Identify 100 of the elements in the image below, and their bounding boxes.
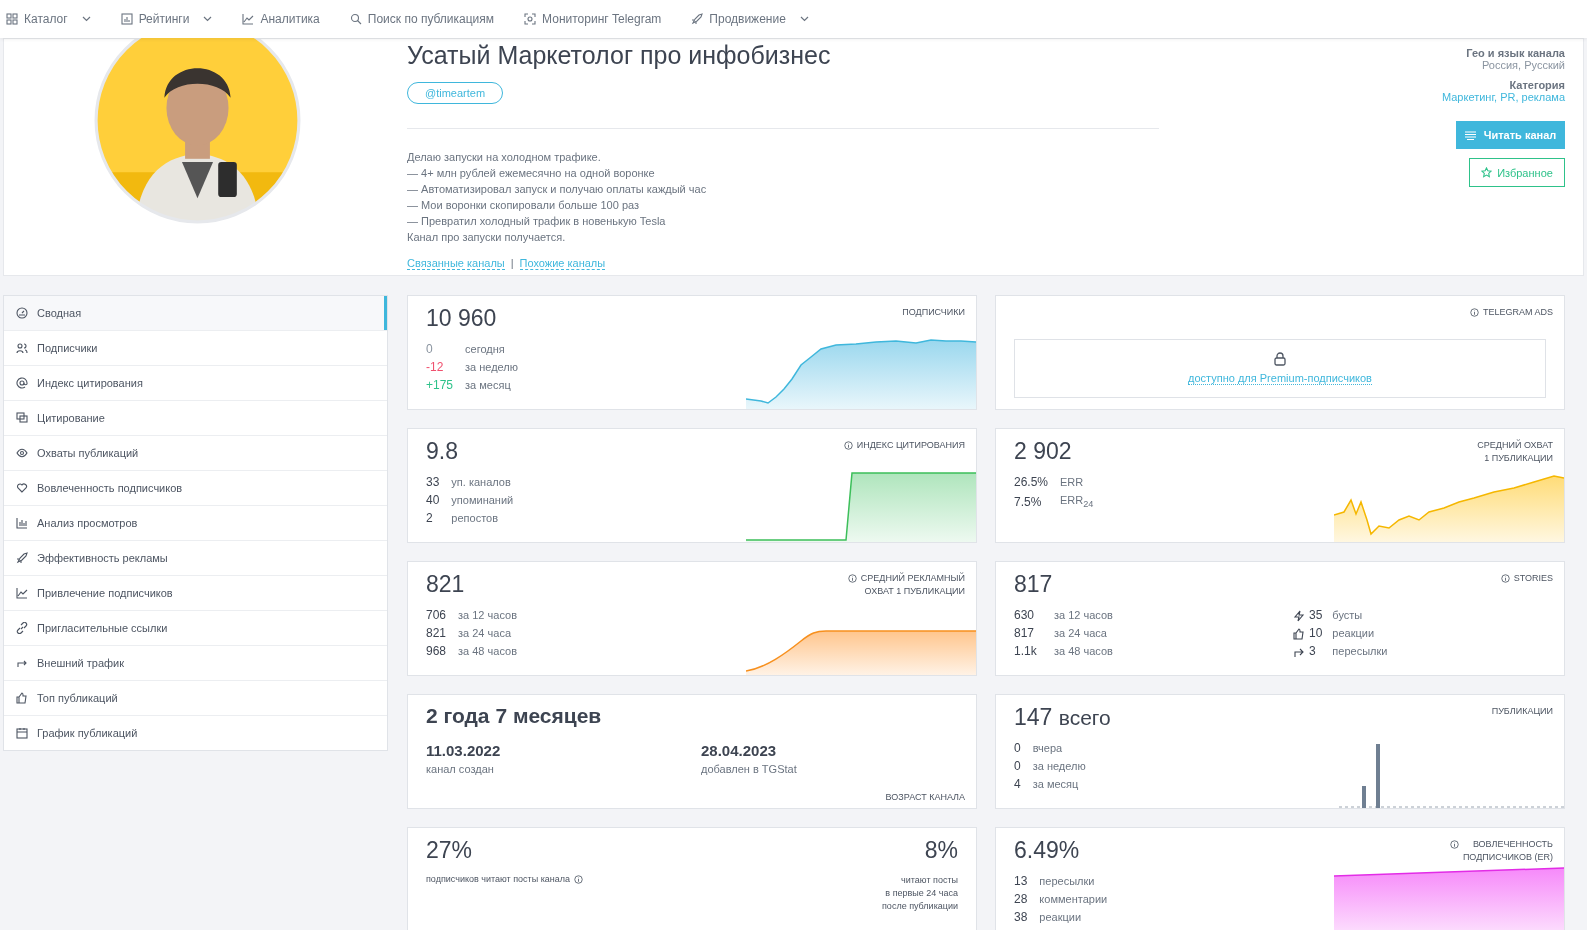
stat-value: 706 — [426, 608, 447, 623]
stat-value: 2 — [426, 511, 434, 526]
bar-chart-icon — [16, 517, 28, 529]
stat-value: 968 — [426, 644, 447, 659]
stat-label: за неделю — [1032, 759, 1086, 774]
card-title: ПОДПИСЧИКИ — [902, 306, 965, 319]
stat-label: пересылки — [1039, 874, 1096, 889]
thumbs-up-icon — [16, 692, 28, 704]
stat-label: за 48 часов — [458, 644, 517, 659]
date-value: 28.04.2023 — [701, 742, 778, 759]
sidebar-item[interactable]: Топ публикаций — [4, 681, 387, 716]
sidebar-item[interactable]: Пригласительные ссылки — [4, 611, 387, 646]
card-title: ИНДЕКС ЦИТИРОВАНИЯ — [856, 439, 965, 452]
info-icon — [574, 874, 584, 884]
card-title: СРЕДНИЙ ОХВАТ 1 ПУБЛИКАЦИИ — [1477, 439, 1553, 465]
stat-label: комментарии — [1039, 892, 1108, 907]
sidebar-item[interactable]: Индекс цитирования — [4, 366, 387, 401]
card-value: 2 года 7 месяцев — [426, 704, 603, 728]
dashboard-icon — [16, 307, 28, 319]
stat-value: 33 — [426, 475, 440, 490]
stat-label: сегодня — [465, 342, 506, 357]
stat-value: 0 — [1014, 741, 1021, 756]
card-value: 821 — [426, 571, 466, 598]
nav-item[interactable]: Каталог — [6, 12, 91, 26]
stat-label: ERR — [1060, 475, 1085, 490]
sidebar-item[interactable]: Сводная — [4, 296, 387, 331]
card-title: ВОВЛЕЧЕННОСТЬ ПОДПИСЧИКОВ (ER) — [1462, 838, 1553, 864]
stat-value: 630 — [1014, 608, 1035, 623]
sidebar-item[interactable]: Цитирование — [4, 401, 387, 436]
card-title: СРЕДНИЙ РЕКЛАМНЫЙ ОХВАТ 1 ПУБЛИКАЦИИ — [860, 572, 965, 598]
sidebar-item[interactable]: Охваты публикаций — [4, 436, 387, 471]
calendar-icon — [16, 727, 28, 739]
link-icon — [16, 622, 28, 634]
stat-value: 0 — [426, 342, 434, 357]
sidebar-item[interactable]: График публикаций — [4, 716, 387, 750]
date-label: канал создан — [426, 763, 495, 775]
card-title: TELEGRAM ADS — [1482, 306, 1553, 319]
stat-value: 0 — [1014, 759, 1021, 774]
bar-chart-icon — [120, 13, 133, 25]
sidebar-item[interactable]: Вовлеченность подписчиков — [4, 471, 387, 506]
sidebar-item[interactable]: Привлечение подписчиков — [4, 576, 387, 611]
nav-item[interactable]: Аналитика — [242, 12, 320, 26]
card-value: 147 всего — [1014, 704, 1112, 731]
stat-label: ERR$_{24}$ — [1060, 493, 1094, 512]
sidebar-item[interactable]: Внешний трафик — [4, 646, 387, 681]
thumbs-up-icon — [1293, 627, 1305, 640]
stat-label: вчера — [1032, 741, 1064, 756]
lock-icon — [1274, 352, 1286, 366]
card-value: 27% — [426, 837, 474, 864]
stat-value: 35 — [1309, 608, 1323, 623]
stat-label: уп. каналов — [451, 475, 512, 490]
people-icon — [16, 342, 28, 354]
card-value: 9.8 — [426, 438, 459, 465]
card-caption: подписчиков читают посты канала — [426, 874, 571, 884]
stat-label: за 24 часа — [458, 626, 512, 641]
card-value: 8% — [924, 837, 958, 864]
sidebar-item[interactable]: Анализ просмотров — [4, 506, 387, 541]
stat-label: за 48 часов — [1054, 644, 1113, 659]
search-icon — [349, 13, 362, 25]
stat-label: бусты — [1332, 608, 1363, 623]
card-value: 817 — [1014, 571, 1054, 598]
nav-item[interactable]: Рейтинги — [120, 12, 213, 26]
stat-label: за 12 часов — [458, 608, 517, 623]
card-value: 10 960 — [426, 305, 498, 332]
card-title: STORIES — [1513, 572, 1553, 585]
stat-label: за месяц — [1032, 777, 1080, 792]
scan-icon — [524, 13, 537, 25]
card-value: 6.49% — [1014, 837, 1081, 864]
date-label: добавлен в TGStat — [701, 763, 798, 775]
separator: | — [510, 257, 514, 270]
stat-label: пересылки — [1332, 644, 1388, 659]
stat-label: за 24 часа — [1054, 626, 1107, 641]
sidebar-item[interactable]: Эффективность рекламы — [4, 541, 387, 576]
stat-value: 26.5% — [1014, 475, 1049, 490]
date-value: 11.03.2022 — [426, 742, 502, 759]
card-title: ВОЗРАСТ КАНАЛА — [885, 792, 965, 802]
category-label: Категория — [1509, 79, 1565, 91]
stat-value: 821 — [426, 626, 447, 641]
stat-value: 817 — [1014, 626, 1035, 641]
stat-label: реакции — [1039, 910, 1083, 925]
stat-value: 38 — [1014, 910, 1028, 925]
stat-value: +175 — [426, 378, 454, 393]
trend-icon — [242, 13, 255, 25]
stat-value: 7.5% — [1014, 495, 1043, 511]
sidebar-item[interactable]: Подписчики — [4, 331, 387, 366]
lightning-icon — [1293, 609, 1305, 622]
stat-value: 13 — [1014, 874, 1028, 889]
chat-icon — [16, 412, 28, 424]
stat-label: упоминаний — [451, 493, 514, 508]
stat-value: 40 — [426, 493, 440, 508]
stat-value: 1.1k — [1014, 644, 1037, 659]
trend-icon — [16, 587, 28, 599]
eye-icon — [16, 447, 28, 459]
stat-label: репостов — [451, 511, 500, 526]
card-title: ПУБЛИКАЦИИ — [1491, 705, 1553, 718]
nav-item[interactable]: Поиск по публикациям — [349, 12, 495, 26]
stat-label: за 12 часов — [1054, 608, 1113, 623]
nav-item[interactable]: Продвижение — [691, 12, 809, 26]
nav-item[interactable]: Мониторинг Telegram — [524, 12, 662, 26]
card-value: 2 902 — [1014, 438, 1073, 465]
